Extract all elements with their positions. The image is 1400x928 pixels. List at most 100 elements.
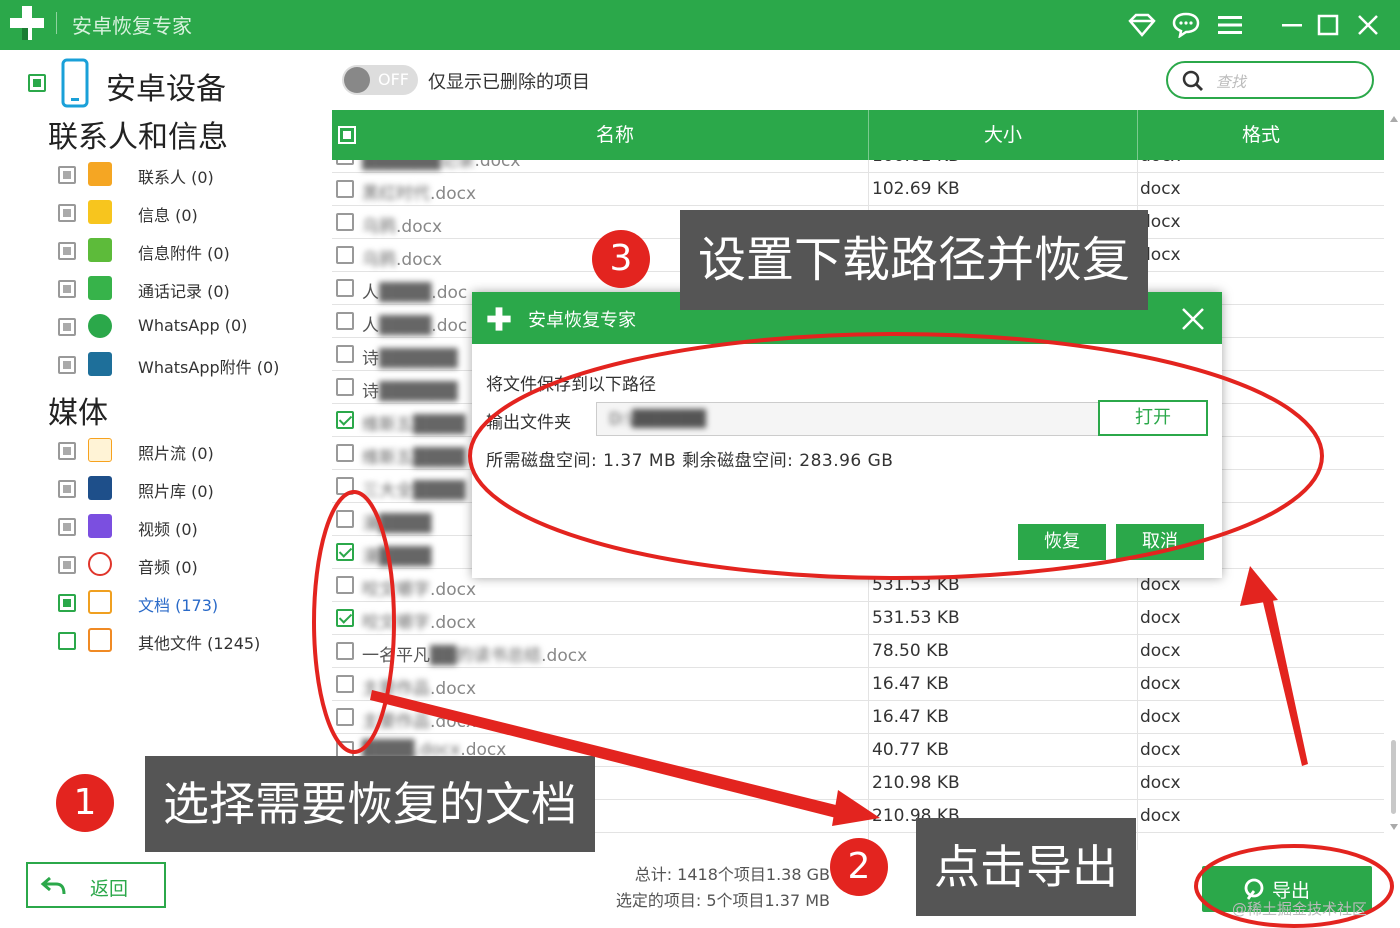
sidebar-item-checkbox[interactable] bbox=[58, 280, 76, 298]
file-format: docx bbox=[1140, 641, 1181, 661]
contacts-icon bbox=[88, 162, 112, 186]
row-checkbox[interactable] bbox=[336, 642, 354, 660]
row-checkbox[interactable] bbox=[336, 576, 354, 594]
row-checkbox[interactable] bbox=[336, 675, 354, 693]
sidebar-item-other-files[interactable]: 其他文件 (1245) bbox=[58, 626, 328, 656]
sidebar-item-whatsapp-attachments[interactable]: WhatsApp附件 (0) bbox=[58, 350, 328, 380]
sidebar-item-checkbox[interactable] bbox=[58, 518, 76, 536]
close-icon[interactable] bbox=[1350, 7, 1386, 43]
annotation-badge-1: 1 bbox=[56, 774, 114, 832]
sidebar-item-call-log[interactable]: 通话记录 (0) bbox=[58, 274, 328, 304]
device-checkbox[interactable] bbox=[28, 74, 46, 92]
file-extension: .docx bbox=[430, 679, 477, 699]
row-checkbox[interactable] bbox=[336, 279, 354, 297]
sidebar-item-checkbox[interactable] bbox=[58, 166, 76, 184]
row-checkbox[interactable] bbox=[336, 213, 354, 231]
minimize-icon[interactable] bbox=[1274, 7, 1310, 43]
menu-icon[interactable] bbox=[1212, 7, 1248, 43]
total-items: 总计: 1418个项目1.38 GB bbox=[634, 865, 830, 884]
output-folder-label: 输出文件夹 bbox=[486, 413, 571, 433]
row-checkbox[interactable] bbox=[336, 345, 354, 363]
output-folder-field[interactable]: D:\██████ ··· bbox=[596, 402, 1152, 436]
column-header-size[interactable]: 大小 bbox=[869, 110, 1137, 160]
deleted-only-toggle[interactable]: OFF bbox=[342, 65, 418, 95]
sidebar-item-contacts[interactable]: 联系人 (0) bbox=[58, 160, 328, 190]
sidebar-item-audio[interactable]: 音频 (0) bbox=[58, 550, 328, 580]
sidebar-item-checkbox[interactable] bbox=[58, 556, 76, 574]
row-checkbox[interactable] bbox=[336, 609, 354, 627]
row-checkbox[interactable] bbox=[336, 543, 354, 561]
file-size: 210.98 KB bbox=[872, 773, 960, 793]
file-name: 人████.doc bbox=[362, 311, 467, 336]
sidebar-item-checkbox[interactable] bbox=[58, 594, 76, 612]
sidebar-item-documents[interactable]: 文档 (173) bbox=[58, 588, 328, 618]
file-name-visible: 一名平凡 bbox=[362, 646, 430, 666]
row-checkbox[interactable] bbox=[336, 312, 354, 330]
selected-items: 选定的项目: 5个项目1.37 MB bbox=[615, 891, 830, 910]
search-input[interactable]: 查找 bbox=[1166, 61, 1374, 99]
sidebar-item-checkbox[interactable] bbox=[58, 242, 76, 260]
table-row[interactable]: 一名平凡██的读书总结.docx 78.50 KB docx bbox=[332, 635, 1384, 668]
phone-call-icon bbox=[88, 276, 112, 300]
file-format: docx bbox=[1140, 575, 1181, 595]
sidebar-item-checkbox[interactable] bbox=[58, 204, 76, 222]
row-checkbox[interactable] bbox=[336, 160, 354, 165]
file-name-blurred: ██的读书总结 bbox=[430, 646, 542, 666]
column-header-format[interactable]: 格式 bbox=[1138, 110, 1384, 160]
maximize-icon[interactable] bbox=[1310, 7, 1346, 43]
file-format: docx bbox=[1140, 707, 1181, 727]
footer-bar: 返回 总计: 1418个项目1.38 GB 选定的项目: 5个项目1.37 MB… bbox=[0, 850, 1400, 928]
sidebar-item-video[interactable]: 视频 (0) bbox=[58, 512, 328, 542]
file-name: 主要作品.docx bbox=[362, 707, 476, 732]
row-checkbox[interactable] bbox=[336, 477, 354, 495]
row-checkbox[interactable] bbox=[336, 246, 354, 264]
dialog-title: 安卓恢复专家 bbox=[528, 310, 636, 331]
file-extension: .doc bbox=[431, 283, 468, 303]
row-checkbox[interactable] bbox=[336, 444, 354, 462]
sidebar-item-photo-library[interactable]: 照片库 (0) bbox=[58, 474, 328, 504]
sidebar-item-whatsapp[interactable]: WhatsApp (0) bbox=[58, 312, 328, 342]
sidebar-item-photostream[interactable]: 照片流 (0) bbox=[58, 436, 328, 466]
other-files-icon bbox=[88, 628, 112, 652]
select-all-checkbox[interactable] bbox=[338, 126, 356, 144]
file-name: 主要作品.docx bbox=[362, 674, 476, 699]
sidebar-item-messages[interactable]: 信息 (0) bbox=[58, 198, 328, 228]
file-name: 诗██████ bbox=[362, 344, 457, 369]
scrollbar-thumb[interactable] bbox=[1391, 740, 1396, 814]
table-row[interactable]: ██████记录.docx 100.61 KB docx bbox=[332, 160, 1384, 173]
file-size: 102.69 KB bbox=[872, 179, 960, 199]
table-row[interactable]: 黑红时代.docx 102.69 KB docx bbox=[332, 173, 1384, 206]
dialog-close-icon[interactable] bbox=[1178, 304, 1208, 334]
row-checkbox[interactable] bbox=[336, 708, 354, 726]
recover-button[interactable]: 恢复 bbox=[1018, 524, 1106, 560]
table-row[interactable]: 咬文嚼字.docx 531.53 KB docx bbox=[332, 602, 1384, 635]
row-checkbox[interactable] bbox=[336, 510, 354, 528]
scrollbar[interactable] bbox=[1388, 112, 1398, 832]
column-header-name[interactable]: 名称 bbox=[362, 110, 868, 160]
toggle-knob bbox=[344, 67, 370, 93]
chat-icon[interactable] bbox=[1168, 7, 1204, 43]
row-checkbox[interactable] bbox=[336, 411, 354, 429]
table-row[interactable]: 主要作品.docx 16.47 KB docx bbox=[332, 668, 1384, 701]
table-row[interactable]: 主要作品.docx 16.47 KB docx bbox=[332, 701, 1384, 734]
sidebar-item-checkbox[interactable] bbox=[58, 442, 76, 460]
open-folder-button[interactable]: 打开 bbox=[1098, 400, 1208, 436]
file-extension: .docx bbox=[396, 217, 443, 237]
file-format: docx bbox=[1140, 160, 1181, 166]
back-button[interactable]: 返回 bbox=[26, 862, 166, 908]
row-checkbox[interactable] bbox=[336, 378, 354, 396]
cancel-button[interactable]: 取消 bbox=[1116, 524, 1204, 560]
watermark: @稀土掘金技术社区 bbox=[1232, 900, 1368, 918]
diamond-icon[interactable] bbox=[1124, 7, 1160, 43]
sidebar-item-checkbox[interactable] bbox=[58, 632, 76, 650]
file-name: 漫████ bbox=[362, 542, 431, 567]
sidebar-item-checkbox[interactable] bbox=[58, 480, 76, 498]
file-name-blurred: 咬文嚼字 bbox=[362, 613, 430, 633]
attachment-icon bbox=[88, 238, 112, 262]
sidebar-item-checkbox[interactable] bbox=[58, 318, 76, 336]
sidebar-item-message-attachments[interactable]: 信息附件 (0) bbox=[58, 236, 328, 266]
sidebar-item-checkbox[interactable] bbox=[58, 356, 76, 374]
row-checkbox[interactable] bbox=[336, 180, 354, 198]
file-name: 乌鸦.docx bbox=[362, 212, 442, 237]
file-size: 16.47 KB bbox=[872, 674, 949, 694]
